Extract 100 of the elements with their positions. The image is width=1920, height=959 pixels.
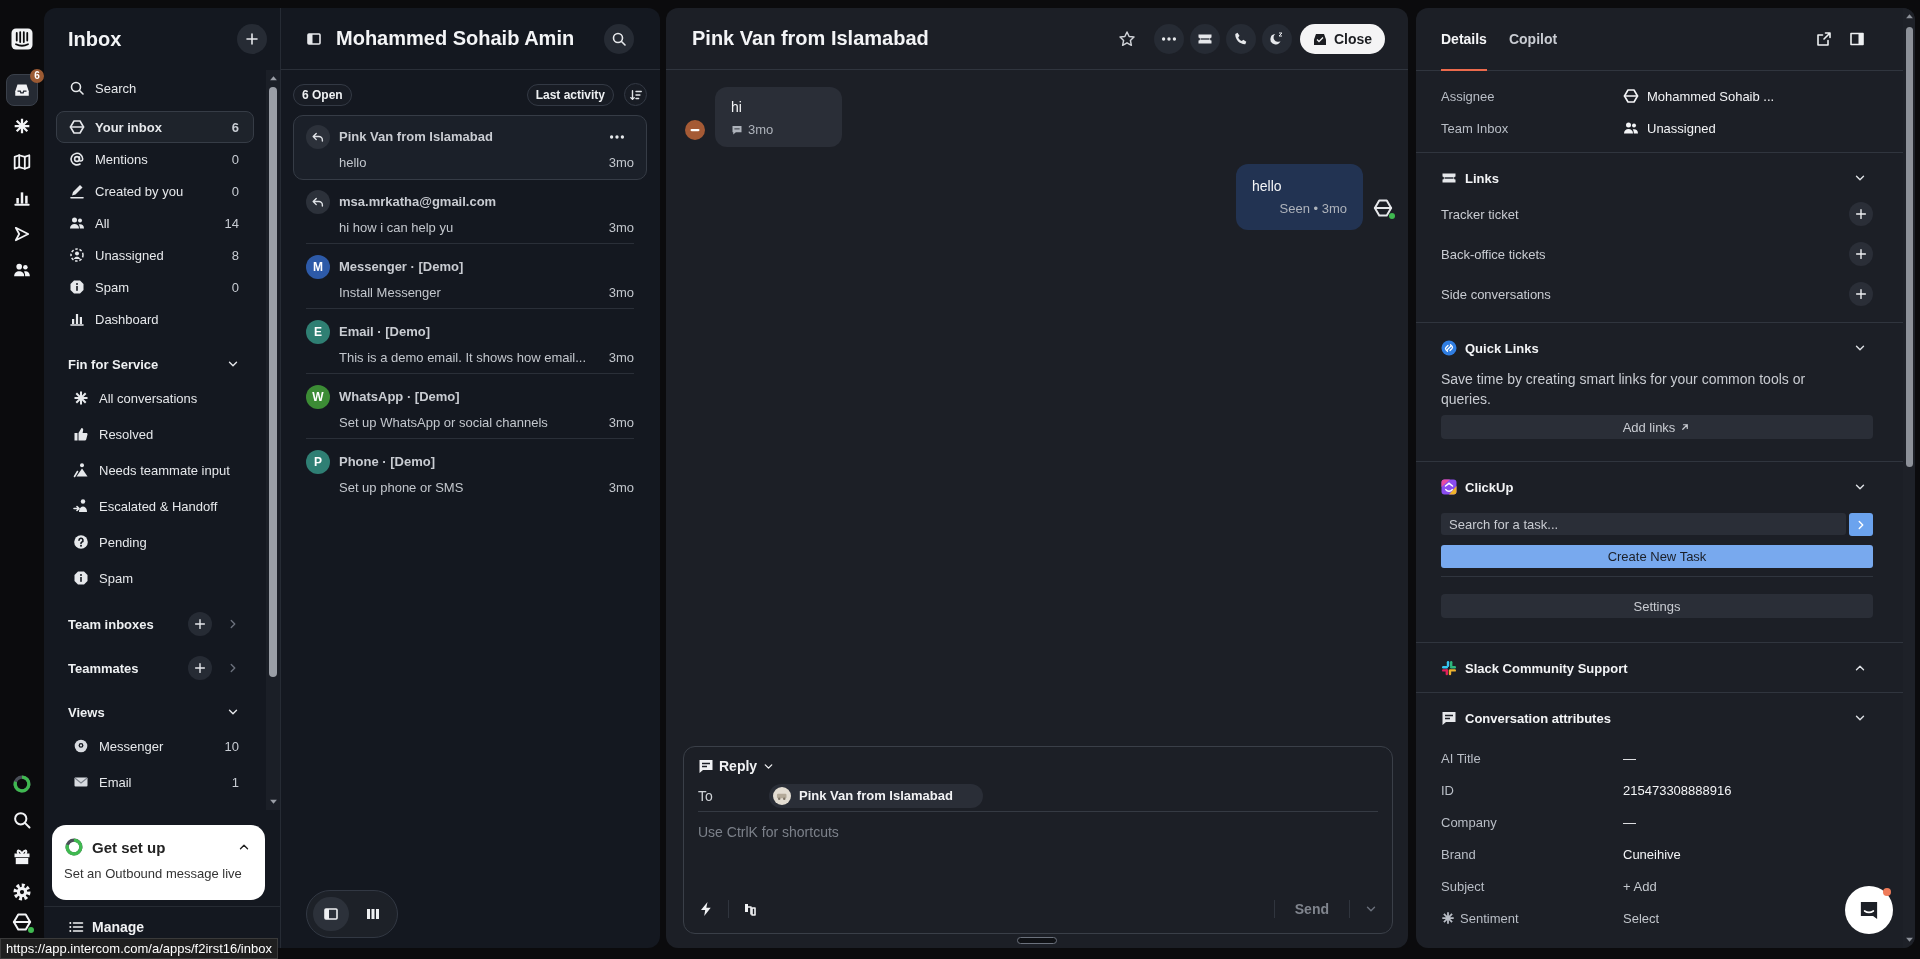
sort-dropdown[interactable]: Last activity: [526, 83, 614, 106]
panel-toggle-icon[interactable]: [1849, 31, 1865, 47]
settings-icon[interactable]: [12, 882, 32, 902]
tab[interactable]: Details: [1441, 8, 1487, 71]
logo-icon[interactable]: [10, 27, 34, 51]
create-task-button[interactable]: Create New Task: [1441, 545, 1873, 568]
sidebar-item[interactable]: All conversations: [56, 380, 254, 416]
add-link[interactable]: + Add: [1623, 878, 1657, 894]
scroll-down-icon[interactable]: [268, 797, 278, 806]
more-button[interactable]: [1153, 23, 1184, 54]
sidebar-item[interactable]: Pending: [56, 524, 254, 560]
go-button[interactable]: [1849, 513, 1873, 536]
sidebar-item[interactable]: Spam: [56, 560, 254, 596]
avatar-icon[interactable]: [12, 912, 32, 932]
chart-icon: [13, 189, 31, 207]
view-button[interactable]: [313, 897, 349, 931]
reply-mode-button[interactable]: Reply: [698, 756, 776, 776]
tab[interactable]: Copilot: [1508, 8, 1558, 71]
count: 14: [224, 215, 239, 231]
resize-handle[interactable]: [1017, 937, 1057, 944]
field-value: Unassigned: [1647, 120, 1716, 136]
scroll-down-icon[interactable]: [1904, 935, 1914, 944]
external-link-icon[interactable]: [1816, 31, 1832, 47]
send-button[interactable]: Send: [1288, 901, 1335, 917]
reply-avatar: [306, 189, 330, 214]
status-filter[interactable]: 6 Open: [293, 83, 352, 106]
add-links-button[interactable]: Add links: [1441, 415, 1873, 439]
sparkle-icon: [13, 117, 31, 135]
add-button[interactable]: [188, 612, 212, 636]
search-link[interactable]: Search: [56, 72, 254, 104]
sidebar-item[interactable]: Needs teammate input: [56, 452, 254, 488]
sidebar-item[interactable]: Mentions 0: [56, 143, 254, 175]
sidebar-item[interactable]: Messenger 10: [56, 728, 254, 764]
search-icon[interactable]: [12, 810, 32, 830]
add-button[interactable]: [1849, 242, 1873, 266]
settings-button[interactable]: Settings: [1441, 594, 1873, 618]
setup-title: Get set up: [92, 838, 167, 856]
new-conversation-button[interactable]: [237, 24, 267, 54]
reply-composer[interactable]: Reply To Pink Van from Islamabad Use CtrlK for shortcuts Send: [683, 746, 1393, 934]
sidebar-item[interactable]: Created by you 0: [56, 175, 254, 207]
chat-launcher-button[interactable]: [1845, 886, 1893, 934]
sidebar-toggle-icon[interactable]: [306, 30, 322, 47]
sidebar-item[interactable]: Your inbox 6: [56, 111, 254, 143]
message-preview: Set up WhatsApp or social channels: [339, 414, 549, 430]
setup-card[interactable]: Get set up Set an Outbound message live: [52, 825, 265, 900]
conversation-item[interactable]: Pink Van from Islamabad hello 3mo: [293, 115, 647, 180]
phone-icon: [1232, 30, 1249, 47]
sort-button[interactable]: [624, 83, 647, 106]
call-button[interactable]: [1225, 23, 1256, 54]
at-sign-icon: [69, 151, 85, 167]
sidebar-item[interactable]: Unassigned 8: [56, 239, 254, 271]
reply-input[interactable]: Use CtrlK for shortcuts: [698, 812, 1378, 889]
book-icon: [13, 153, 31, 171]
add-button[interactable]: [188, 656, 212, 680]
message-meta: Seen • 3mo: [1279, 201, 1347, 216]
format-icon[interactable]: [743, 901, 759, 917]
scroll-up-icon[interactable]: [1904, 12, 1914, 21]
search-icon: [611, 30, 627, 47]
recipient-chip[interactable]: Pink Van from Islamabad: [769, 783, 983, 808]
sidebar-item[interactable]: Dashboard: [56, 303, 254, 335]
url-tooltip: https://app.intercom.com/a/apps/f2irst16/inbox: [0, 938, 278, 959]
sidebar-title: Inbox: [68, 27, 122, 51]
progress-ring-icon[interactable]: [12, 774, 32, 794]
gift-icon[interactable]: [12, 846, 32, 866]
snooze-button[interactable]: [1261, 23, 1292, 54]
field-value: Cuneihive: [1623, 846, 1681, 862]
add-button[interactable]: [1849, 202, 1873, 226]
conversation-title: Email · [Demo]: [339, 324, 431, 339]
add-button[interactable]: [1849, 282, 1873, 306]
ticket-button[interactable]: [1189, 23, 1220, 54]
conversation-title: Phone · [Demo]: [339, 454, 437, 469]
message-preview: hello: [339, 154, 368, 170]
star-icon[interactable]: [1117, 29, 1136, 48]
to-label: To: [698, 787, 714, 804]
plus-icon: [1854, 247, 1868, 261]
count: 0: [231, 151, 239, 167]
scrollbar[interactable]: [1903, 8, 1915, 948]
close-button[interactable]: Close: [1299, 23, 1385, 54]
sidebar-item[interactable]: Resolved: [56, 416, 254, 452]
search-icon: [69, 80, 85, 96]
task-search-field[interactable]: Search for a task...: [1441, 513, 1846, 535]
more-icon[interactable]: [608, 133, 625, 140]
sidebar-item[interactable]: Spam 0: [56, 271, 254, 303]
chat-icon: [698, 758, 714, 774]
avatar-icon: [1623, 88, 1639, 104]
field-label: AI Title: [1441, 750, 1481, 766]
scroll-up-icon[interactable]: [268, 74, 278, 83]
sidebar-item[interactable]: Escalated & Handoff: [56, 488, 254, 524]
scrollbar[interactable]: [266, 70, 280, 810]
conversation-item[interactable]: P Phone · [Demo] Set up phone or SMS 3mo: [293, 440, 647, 505]
people-icon: [13, 261, 31, 279]
conversation-title: WhatsApp · [Demo]: [339, 389, 461, 404]
timestamp: 3mo: [608, 284, 634, 300]
conversation-title: Pink Van from Islamabad: [692, 27, 930, 50]
sidebar-item[interactable]: All 14: [56, 207, 254, 239]
avatar: W: [306, 384, 330, 409]
search-button[interactable]: [604, 23, 634, 54]
app-icon: [1441, 479, 1457, 495]
select-dropdown[interactable]: Select: [1623, 910, 1660, 926]
sidebar-item[interactable]: Email 1: [56, 764, 254, 800]
